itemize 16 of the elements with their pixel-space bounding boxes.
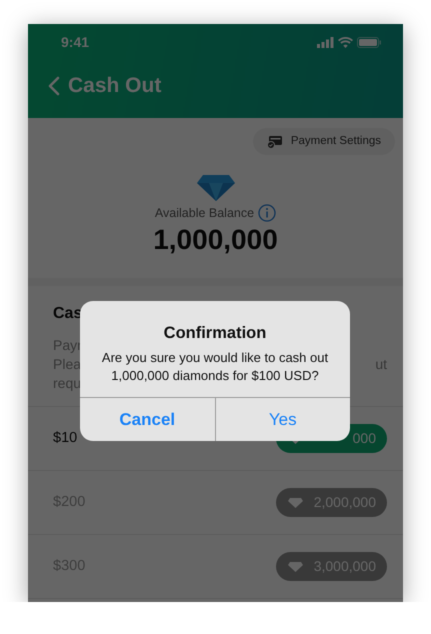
wifi-icon [338, 36, 353, 48]
cancel-button[interactable]: Cancel [80, 398, 214, 441]
dialog-message: Are you sure you would like to cash out 1,000,000 diamonds for $100 USD? [100, 348, 330, 385]
balance-amount: 1,000,000 [153, 225, 278, 256]
signal-icon [317, 36, 334, 48]
screen-title: Cash Out [68, 73, 162, 99]
status-time: 9:41 [61, 32, 90, 52]
info-icon[interactable] [258, 204, 276, 222]
card-icon [266, 134, 283, 149]
diamond-icon [288, 562, 303, 572]
dialog-title: Confirmation [162, 323, 268, 344]
diamond-icon [288, 498, 303, 508]
price-label: $10 [53, 428, 78, 448]
payment-settings-button[interactable]: Payment Settings [252, 128, 395, 156]
diamond-icon [196, 175, 234, 202]
balance-label: Available Balance [154, 204, 254, 222]
